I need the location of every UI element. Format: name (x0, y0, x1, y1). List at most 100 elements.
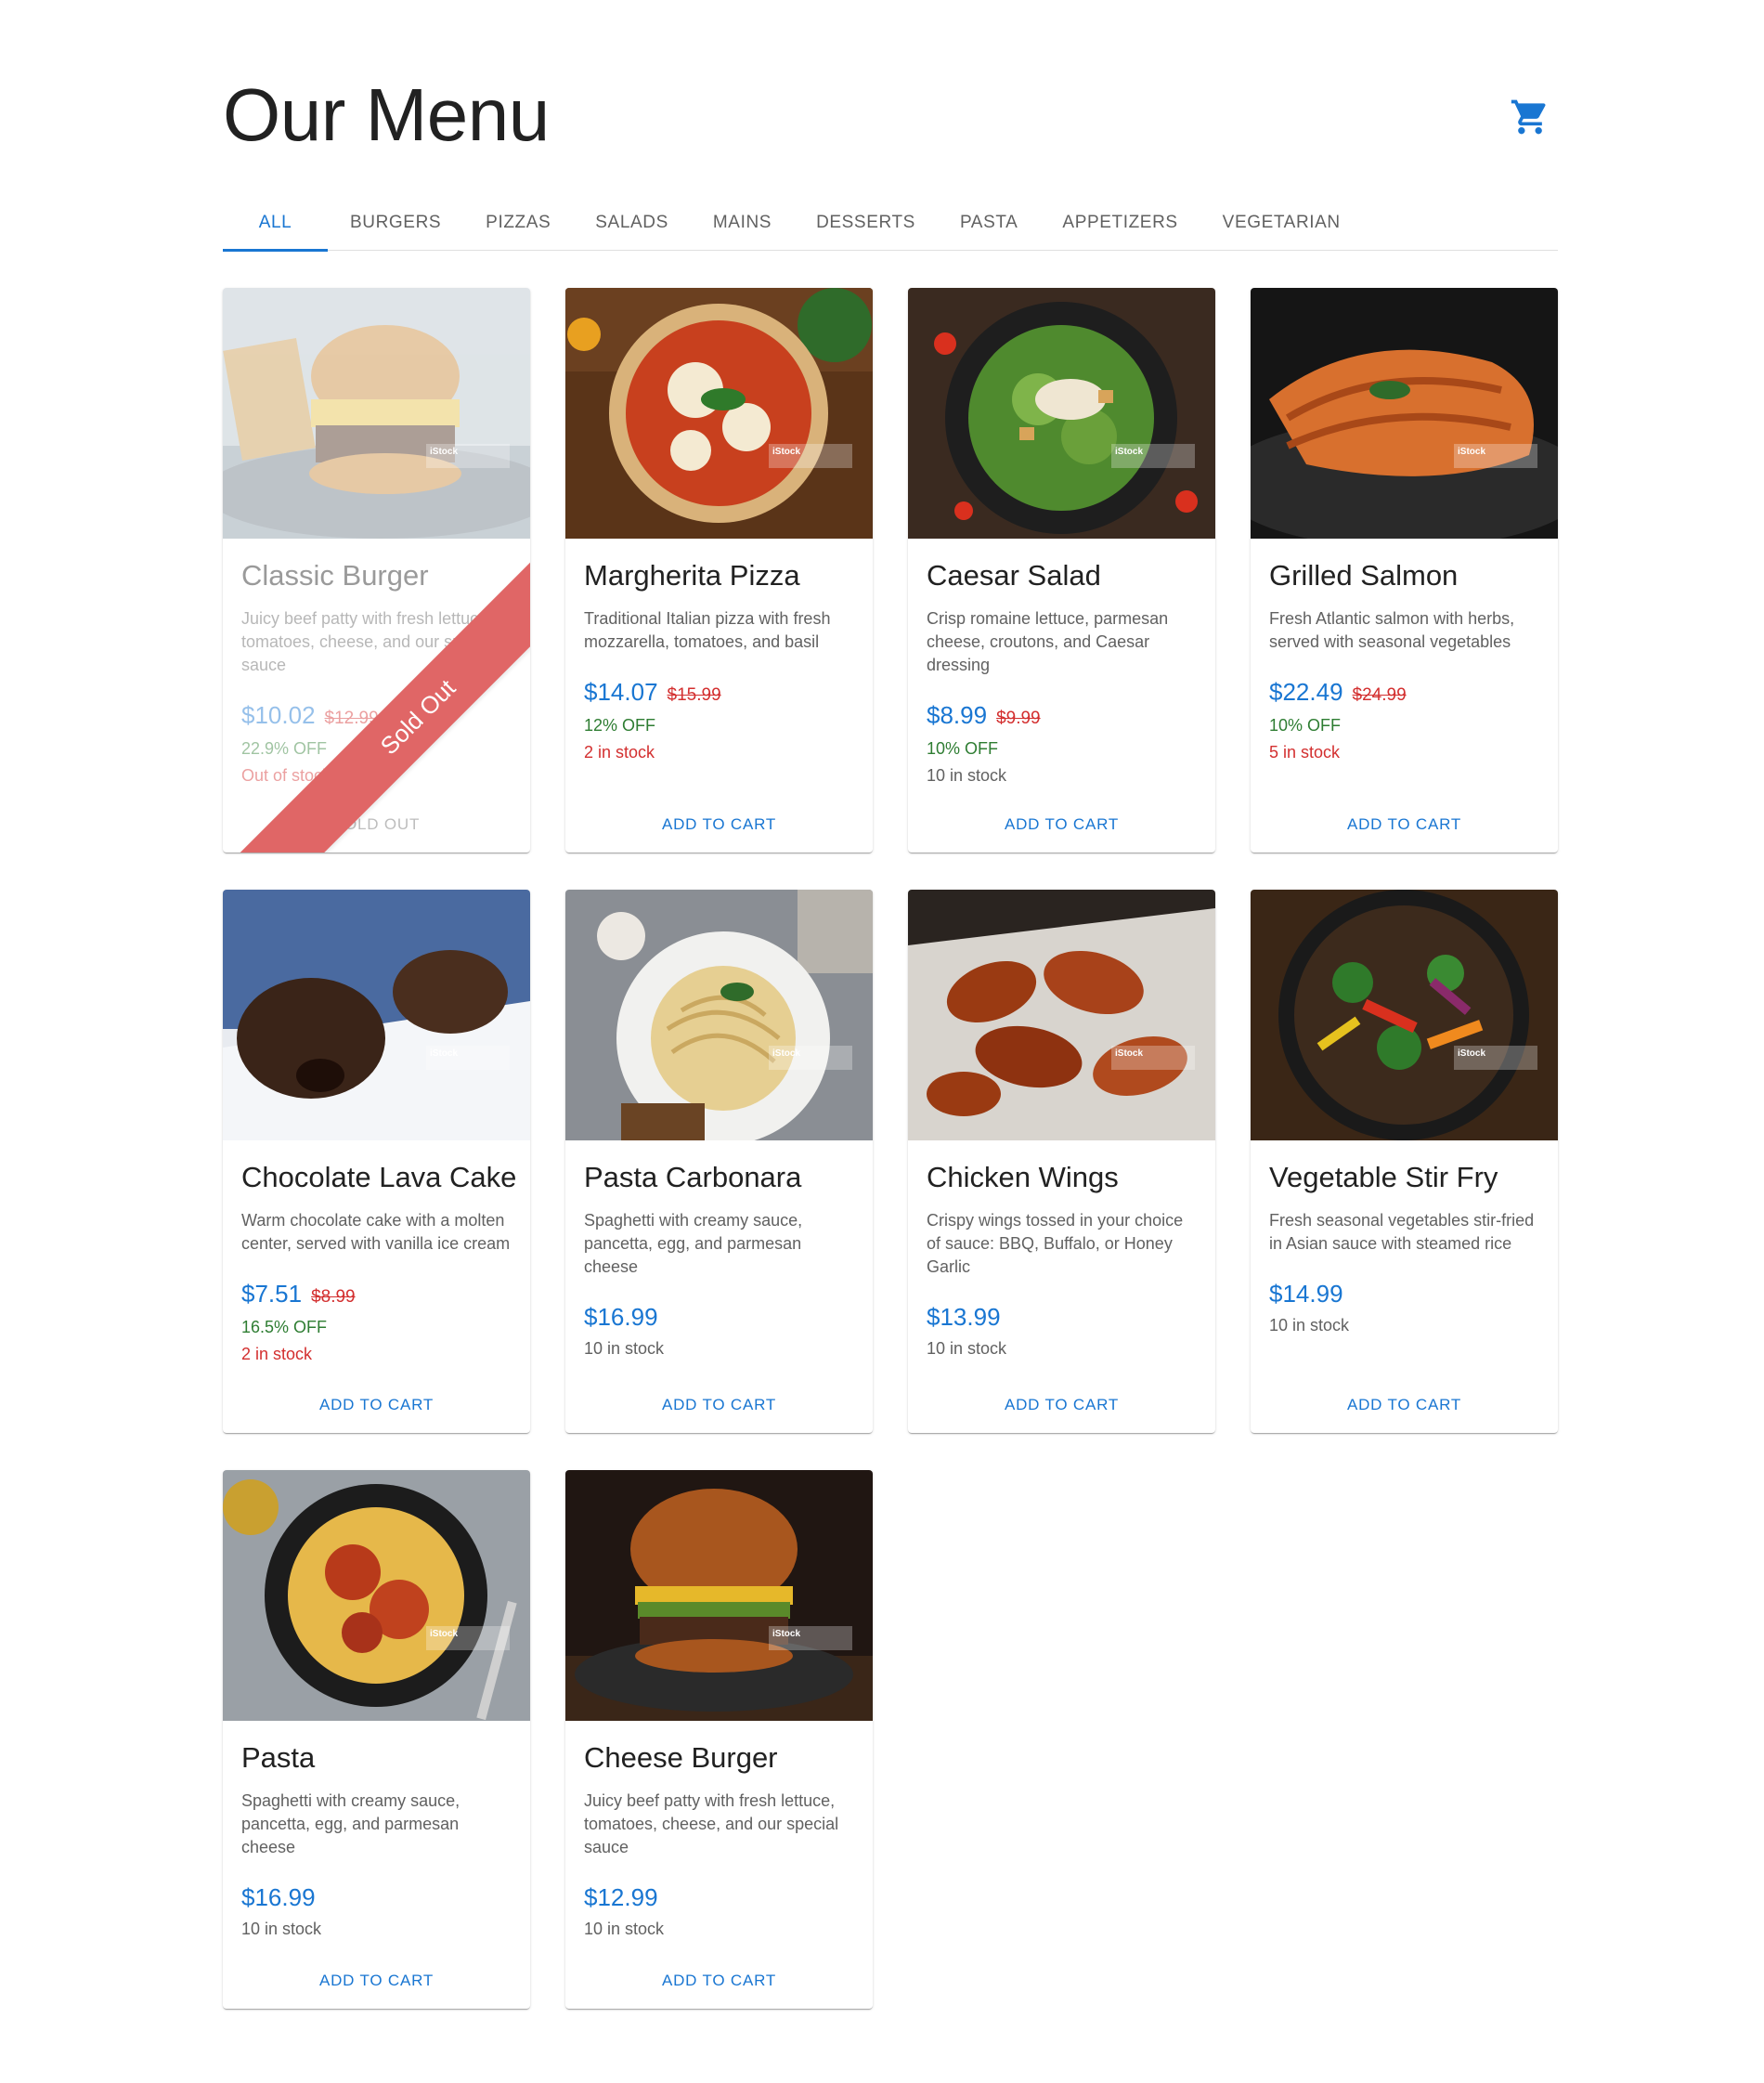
watermark: iStock (769, 1046, 852, 1070)
food-image: iStock (1251, 890, 1558, 1140)
item-price: $14.99 (1269, 1280, 1343, 1308)
item-description: Traditional Italian pizza with fresh moz… (584, 609, 831, 651)
menu-card: iStock Grilled Salmon Fresh Atlantic sal… (1251, 288, 1558, 853)
watermark: iStock (1454, 444, 1537, 468)
tab-desserts[interactable]: DESSERTS (794, 195, 938, 251)
food-image: iStock (565, 1470, 873, 1721)
menu-card: iStock Caesar Salad Crisp romaine lettuc… (908, 288, 1215, 853)
item-title: Pasta Carbonara (584, 1161, 802, 1193)
item-discount: 10% OFF (1269, 716, 1342, 735)
item-price: $14.07 (584, 678, 658, 706)
tab-burgers[interactable]: BURGERS (328, 195, 463, 251)
food-image: iStock (223, 1470, 530, 1721)
item-title: Chicken Wings (927, 1161, 1119, 1193)
watermark: iStock (1454, 1046, 1537, 1070)
item-price: $10.02 (241, 701, 316, 729)
item-stock: 10 in stock (241, 1920, 322, 1938)
tab-all[interactable]: ALL (223, 195, 328, 252)
tab-mains[interactable]: MAINS (691, 195, 794, 251)
item-stock: 5 in stock (1269, 743, 1341, 762)
watermark: iStock (769, 1626, 852, 1650)
item-description: Crispy wings tossed in your choice of sa… (927, 1211, 1184, 1276)
item-title: Caesar Salad (927, 559, 1101, 592)
food-image: iStock (565, 890, 873, 1140)
add-to-cart-button[interactable]: ADD TO CART (565, 1377, 873, 1433)
add-to-cart-button[interactable]: ADD TO CART (908, 797, 1215, 853)
item-discount: 10% OFF (927, 739, 999, 758)
item-old-price: $8.99 (311, 1287, 356, 1307)
menu-card: iStock Vegetable Stir Fry Fresh seasonal… (1251, 890, 1558, 1433)
watermark: iStock (426, 444, 510, 468)
watermark: iStock (1111, 444, 1195, 468)
item-old-price: $15.99 (667, 685, 721, 705)
item-description: Crisp romaine lettuce, parmesan cheese, … (927, 609, 1169, 674)
item-price: $16.99 (584, 1303, 658, 1331)
item-price: $13.99 (927, 1303, 1001, 1331)
food-image: iStock (223, 288, 530, 539)
watermark: iStock (1111, 1046, 1195, 1070)
item-description: Juicy beef patty with fresh lettuce, tom… (584, 1791, 839, 1856)
item-price: $16.99 (241, 1883, 316, 1911)
menu-card: iStock Chocolate Lava Cake Warm chocolat… (223, 890, 530, 1433)
header: Our Menu (223, 0, 1558, 186)
item-discount: 16.5% OFF (241, 1318, 328, 1336)
watermark: iStock (426, 1626, 510, 1650)
item-discount: 12% OFF (584, 716, 656, 735)
tab-salads[interactable]: SALADS (573, 195, 691, 251)
item-old-price: $24.99 (1352, 685, 1407, 705)
menu-page: Our Menu ALL BURGERS PIZZAS SALADS MAINS… (223, 0, 1558, 2009)
item-description: Spaghetti with creamy sauce, pancetta, e… (584, 1211, 803, 1276)
item-title: Vegetable Stir Fry (1269, 1161, 1498, 1193)
item-old-price: $9.99 (996, 709, 1041, 728)
item-stock: 10 in stock (927, 1339, 1007, 1358)
item-price: $12.99 (584, 1883, 658, 1911)
add-to-cart-button[interactable]: ADD TO CART (223, 1953, 530, 2009)
item-title: Margherita Pizza (584, 559, 800, 592)
category-tabs: ALL BURGERS PIZZAS SALADS MAINS DESSERTS… (223, 195, 1558, 252)
food-image: iStock (908, 890, 1215, 1140)
item-description: Warm chocolate cake with a molten center… (241, 1211, 511, 1253)
cart-button[interactable] (1502, 91, 1558, 143)
item-title: Classic Burger (241, 559, 429, 592)
item-title: Cheese Burger (584, 1741, 778, 1774)
item-description: Spaghetti with creamy sauce, pancetta, e… (241, 1791, 460, 1856)
add-to-cart-button[interactable]: ADD TO CART (223, 1377, 530, 1433)
item-description: Fresh Atlantic salmon with herbs, served… (1269, 609, 1515, 651)
menu-card: iStock Pasta Carbonara Spaghetti with cr… (565, 890, 873, 1433)
item-stock: 10 in stock (1269, 1316, 1350, 1334)
item-stock: 10 in stock (584, 1920, 665, 1938)
shopping-cart-icon (1511, 99, 1546, 135)
item-stock: 2 in stock (241, 1345, 313, 1363)
add-to-cart-button[interactable]: ADD TO CART (565, 797, 873, 853)
food-image: iStock (223, 890, 530, 1140)
menu-card: iStock Margherita Pizza Traditional Ital… (565, 288, 873, 853)
add-to-cart-button[interactable]: ADD TO CART (1251, 1377, 1558, 1433)
add-to-cart-button[interactable]: ADD TO CART (565, 1953, 873, 2009)
menu-card: iStock Classic Burger Juicy beef patty w… (223, 288, 530, 853)
watermark: iStock (426, 1046, 510, 1070)
menu-card: iStock Cheese Burger Juicy beef patty wi… (565, 1470, 873, 2009)
item-stock: 10 in stock (584, 1339, 665, 1358)
watermark: iStock (769, 444, 852, 468)
item-description: Fresh seasonal vegetables stir-fried in … (1269, 1211, 1535, 1253)
item-title: Chocolate Lava Cake (241, 1161, 517, 1193)
add-to-cart-button[interactable]: ADD TO CART (908, 1377, 1215, 1433)
tab-appetizers[interactable]: APPETIZERS (1040, 195, 1200, 251)
item-title: Grilled Salmon (1269, 559, 1459, 592)
item-title: Pasta (241, 1741, 316, 1774)
food-image: iStock (908, 288, 1215, 539)
menu-card: iStock Chicken Wings Crispy wings tossed… (908, 890, 1215, 1433)
item-price: $22.49 (1269, 678, 1343, 706)
tab-pizzas[interactable]: PIZZAS (463, 195, 573, 251)
item-stock: 10 in stock (927, 766, 1007, 785)
item-stock: 2 in stock (584, 743, 655, 762)
item-price: $8.99 (927, 701, 988, 729)
item-price: $7.51 (241, 1280, 303, 1308)
menu-card: iStock Pasta Spaghetti with creamy sauce… (223, 1470, 530, 2009)
add-to-cart-button[interactable]: ADD TO CART (1251, 797, 1558, 853)
food-image: iStock (1251, 288, 1558, 539)
food-image: iStock (565, 288, 873, 539)
page-title: Our Menu (223, 73, 550, 156)
tab-pasta[interactable]: PASTA (938, 195, 1040, 251)
tab-vegetarian[interactable]: VEGETARIAN (1200, 195, 1363, 251)
